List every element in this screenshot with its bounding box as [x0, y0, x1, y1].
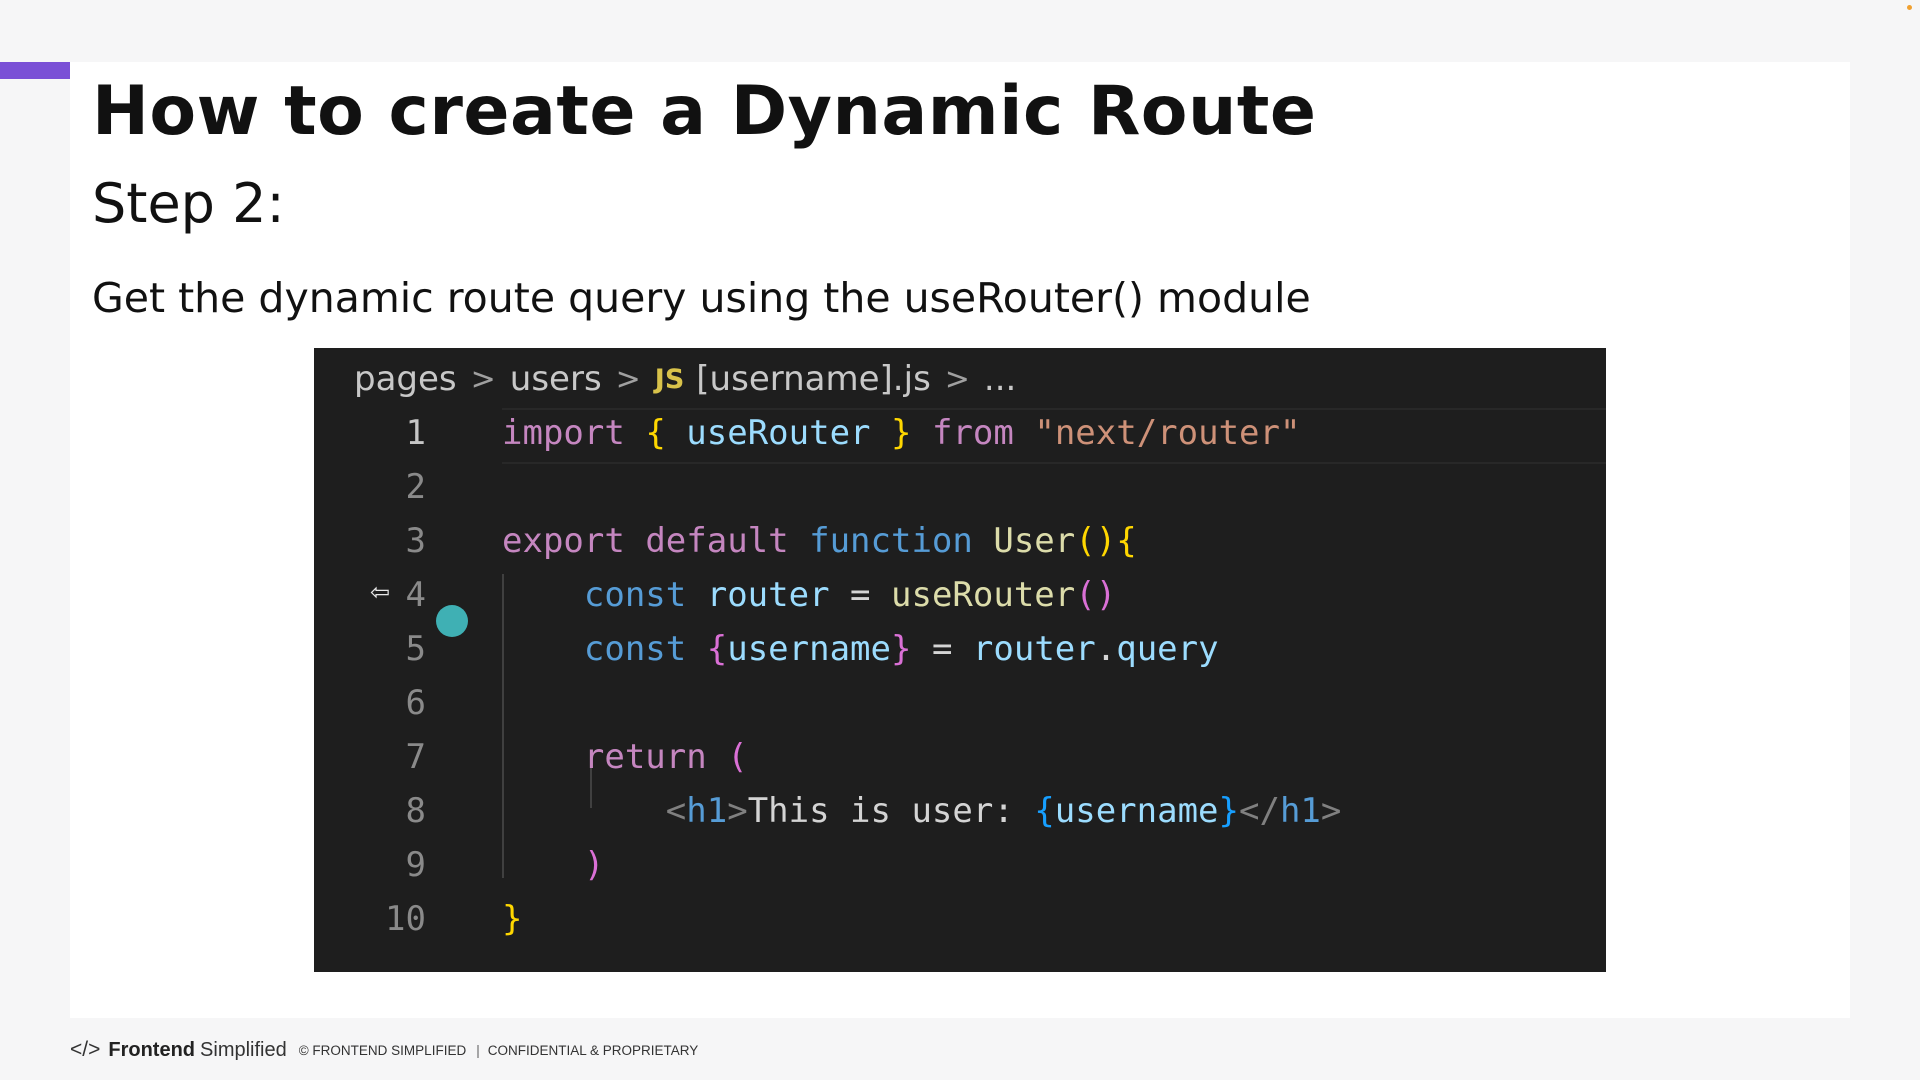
code-text: )	[583, 845, 605, 885]
code-line-2[interactable]: 2	[314, 460, 1606, 514]
code-brackets-icon: </>	[70, 1038, 101, 1061]
line-number: 5	[405, 629, 426, 669]
pointer-highlight-dot	[436, 605, 468, 637]
code-text: import { useRouter } from "next/router"	[502, 413, 1301, 453]
drag-arrow-icon: ⇦	[370, 578, 391, 606]
status-dot	[1907, 5, 1912, 10]
code-editor: pages > users > JS [username].js > ... 1…	[314, 348, 1606, 972]
line-number: 10	[385, 899, 426, 939]
code-text: return (	[583, 737, 748, 777]
footer-divider: |	[476, 1042, 480, 1058]
line-number: 8	[405, 791, 426, 831]
code-text: <h1>This is user: {username}</h1>	[665, 791, 1342, 831]
confidential-notice: CONFIDENTIAL & PROPRIETARY	[487, 1042, 699, 1058]
code-line-7[interactable]: 7 return (	[314, 730, 1606, 784]
chevron-right-icon: >	[944, 361, 970, 397]
code-line-8[interactable]: 8 <h1>This is user: {username}</h1>	[314, 784, 1606, 838]
code-line-5[interactable]: 5 const {username} = router.query	[314, 622, 1606, 676]
code-line-10[interactable]: 10 }	[314, 892, 1606, 946]
code-text: export default function User(){	[502, 521, 1137, 561]
step-description: Get the dynamic route query using the us…	[92, 274, 1311, 322]
breadcrumb: pages > users > JS [username].js > ...	[354, 356, 1016, 402]
code-line-1[interactable]: 1 import { useRouter } from "next/router…	[314, 406, 1606, 460]
code-line-4[interactable]: 4 const router = useRouter()	[314, 568, 1606, 622]
slide-title: How to create a Dynamic Route	[92, 72, 1317, 151]
brand-name-light: Simplified	[200, 1038, 287, 1061]
breadcrumb-item-file[interactable]: [username].js	[696, 359, 930, 399]
line-number: 2	[405, 467, 426, 507]
code-line-3[interactable]: 3 export default function User(){	[314, 514, 1606, 568]
footer: </> Frontend Simplified © FRONTEND SIMPL…	[70, 1038, 698, 1062]
brand-name-bold: Frontend	[108, 1038, 196, 1061]
line-number: 7	[405, 737, 426, 777]
chevron-right-icon: >	[470, 361, 496, 397]
accent-bar	[0, 62, 70, 79]
line-number: 6	[405, 683, 426, 723]
copyright-text: © FRONTEND SIMPLIFIED	[298, 1042, 467, 1058]
code-line-9[interactable]: 9 )	[314, 838, 1606, 892]
line-number: 9	[405, 845, 426, 885]
js-file-icon: JS	[654, 363, 685, 395]
chevron-right-icon: >	[615, 361, 641, 397]
code-text: const {username} = router.query	[583, 629, 1219, 669]
code-line-6[interactable]: 6	[314, 676, 1606, 730]
breadcrumb-item-symbols[interactable]: ...	[984, 359, 1016, 399]
line-number: 1	[405, 413, 426, 453]
breadcrumb-item-users[interactable]: users	[510, 359, 602, 399]
code-text: }	[502, 899, 523, 939]
code-text: const router = useRouter()	[583, 575, 1117, 615]
step-label: Step 2:	[92, 172, 285, 235]
line-number: 3	[405, 521, 426, 561]
breadcrumb-item-pages[interactable]: pages	[354, 359, 457, 399]
